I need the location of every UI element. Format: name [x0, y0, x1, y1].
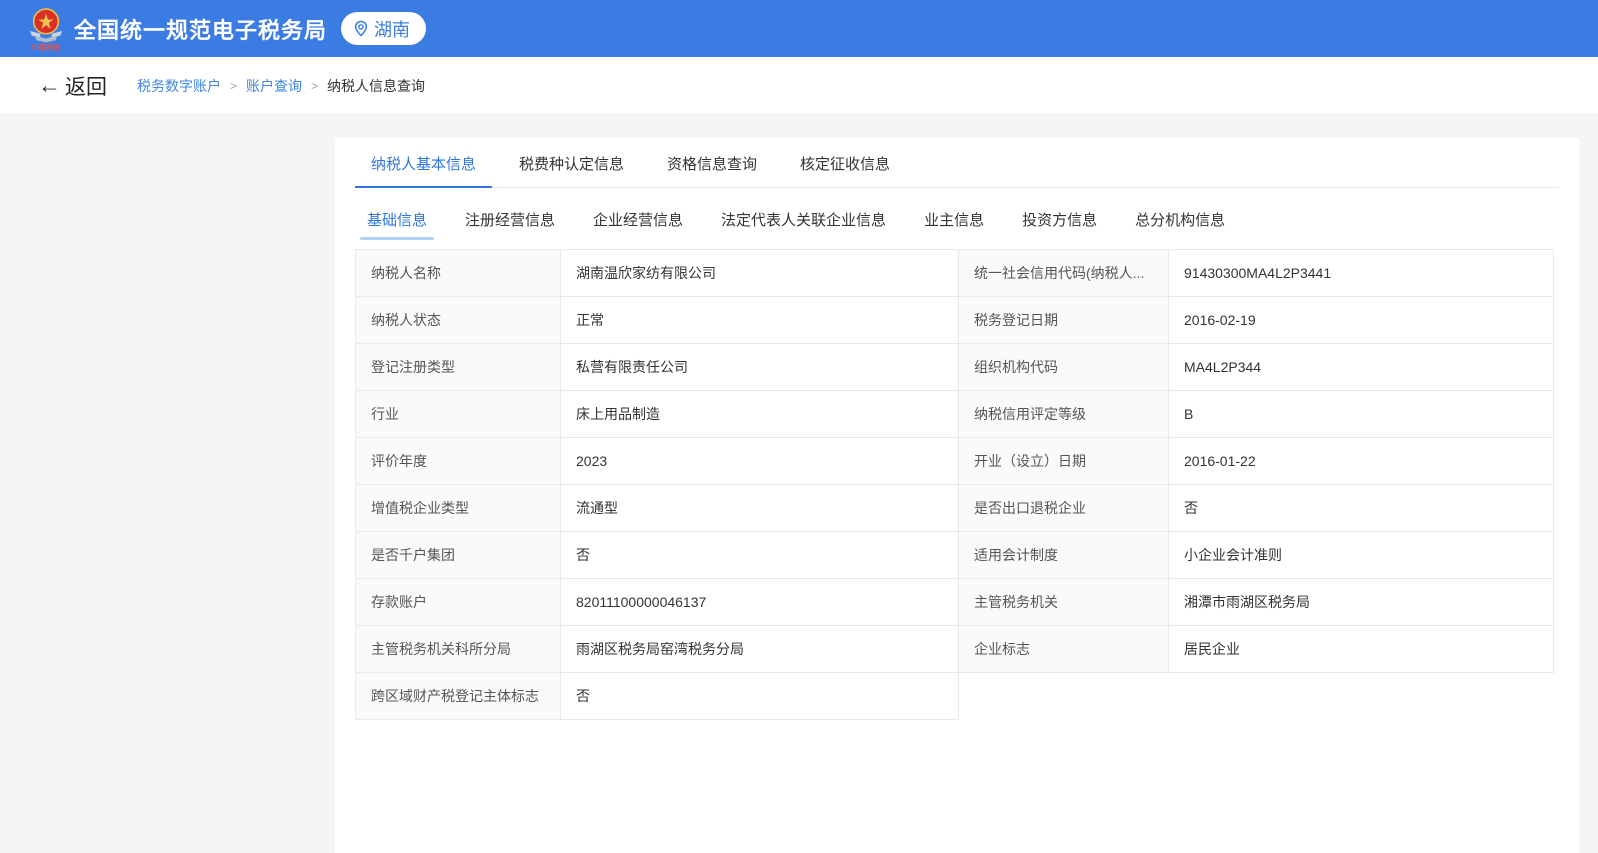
- sub-tab-5[interactable]: 业主信息: [912, 201, 996, 240]
- breadcrumb-current-page: 纳税人信息查询: [327, 76, 425, 96]
- info-label: 行业: [356, 391, 561, 438]
- info-value: 雨湖区税务局窑湾税务分局: [561, 626, 959, 673]
- info-value: MA4L2P344: [1169, 344, 1554, 391]
- info-label: 评价年度: [356, 438, 561, 485]
- info-value: 小企业会计准则: [1169, 532, 1554, 579]
- info-label: 主管税务机关科所分局: [356, 626, 561, 673]
- sub-tab-6[interactable]: 投资方信息: [1010, 201, 1109, 240]
- info-value: 否: [561, 532, 959, 579]
- info-value: 82011100000046137: [561, 579, 959, 626]
- breadcrumb-separator: >: [311, 79, 318, 93]
- info-value: 2016-01-22: [1169, 438, 1554, 485]
- content-card: 纳税人基本信息税费种认定信息资格信息查询核定征收信息 基础信息注册经营信息企业经…: [335, 138, 1579, 853]
- location-pin-icon: [353, 20, 369, 37]
- sub-tab-1[interactable]: 基础信息: [355, 201, 439, 240]
- info-label: 税务登记日期: [959, 297, 1169, 344]
- svg-text:中国税务: 中国税务: [32, 42, 61, 51]
- table-row: 主管税务机关科所分局雨湖区税务局窑湾税务分局企业标志居民企业: [356, 626, 1553, 673]
- table-row: 评价年度2023开业（设立）日期2016-01-22: [356, 438, 1553, 485]
- tax-emblem-logo: 中国税务: [26, 6, 66, 52]
- info-value: 居民企业: [1169, 626, 1554, 673]
- info-label: 跨区域财产税登记主体标志: [356, 673, 561, 720]
- sub-tab-2[interactable]: 注册经营信息: [453, 201, 567, 240]
- info-label: 纳税人名称: [356, 250, 561, 297]
- main-tab-2[interactable]: 税费种认定信息: [503, 138, 640, 187]
- info-label: 是否出口退税企业: [959, 485, 1169, 532]
- page-content: 纳税人基本信息税费种认定信息资格信息查询核定征收信息 基础信息注册经营信息企业经…: [0, 115, 1598, 853]
- breadcrumb: 税务数字账户 > 账户查询 > 纳税人信息查询: [137, 76, 425, 96]
- taxpayer-info-table: 纳税人名称湖南温欣家纺有限公司统一社会信用代码(纳税人...91430300MA…: [355, 249, 1553, 720]
- app-title: 全国统一规范电子税务局: [74, 13, 327, 45]
- breadcrumb-link-digital-account[interactable]: 税务数字账户: [137, 76, 221, 96]
- table-row: 存款账户82011100000046137主管税务机关湘潭市雨湖区税务局: [356, 579, 1553, 626]
- info-label: 增值税企业类型: [356, 485, 561, 532]
- sub-tab-4[interactable]: 法定代表人关联企业信息: [709, 201, 898, 240]
- main-tab-3[interactable]: 资格信息查询: [651, 138, 773, 187]
- info-label: 是否千户集团: [356, 532, 561, 579]
- table-row: 是否千户集团否适用会计制度小企业会计准则: [356, 532, 1553, 579]
- sub-tab-bar: 基础信息注册经营信息企业经营信息法定代表人关联企业信息业主信息投资方信息总分机构…: [355, 201, 1559, 240]
- info-value: B: [1169, 391, 1554, 438]
- info-value: 湘潭市雨湖区税务局: [1169, 579, 1554, 626]
- info-label: 纳税信用评定等级: [959, 391, 1169, 438]
- info-label: 组织机构代码: [959, 344, 1169, 391]
- main-tab-1[interactable]: 纳税人基本信息: [355, 138, 492, 188]
- info-label: 开业（设立）日期: [959, 438, 1169, 485]
- table-row: 登记注册类型私营有限责任公司组织机构代码MA4L2P344: [356, 344, 1553, 391]
- info-value: 湖南温欣家纺有限公司: [561, 250, 959, 297]
- info-label: 主管税务机关: [959, 579, 1169, 626]
- info-value: 床上用品制造: [561, 391, 959, 438]
- info-value: 私营有限责任公司: [561, 344, 959, 391]
- breadcrumb-link-account-query[interactable]: 账户查询: [246, 76, 302, 96]
- info-value: 流通型: [561, 485, 959, 532]
- info-value: 2016-02-19: [1169, 297, 1554, 344]
- region-badge[interactable]: 湖南: [341, 12, 426, 45]
- info-value: 91430300MA4L2P3441: [1169, 250, 1554, 297]
- info-value: 2023: [561, 438, 959, 485]
- info-label: 企业标志: [959, 626, 1169, 673]
- info-label: 登记注册类型: [356, 344, 561, 391]
- table-row: 行业床上用品制造纳税信用评定等级B: [356, 391, 1553, 438]
- breadcrumb-separator: >: [230, 79, 237, 93]
- info-label: 适用会计制度: [959, 532, 1169, 579]
- back-label: 返回: [65, 71, 107, 101]
- app-header: 中国税务 全国统一规范电子税务局 湖南: [0, 0, 1598, 57]
- breadcrumb-bar: ← 返回 税务数字账户 > 账户查询 > 纳税人信息查询: [0, 57, 1598, 115]
- table-row: 纳税人状态正常税务登记日期2016-02-19: [356, 297, 1553, 344]
- info-value: 否: [561, 673, 959, 720]
- tax-emblem-icon: 中国税务: [27, 6, 65, 52]
- back-button[interactable]: ← 返回: [38, 71, 107, 101]
- info-label: 统一社会信用代码(纳税人...: [959, 250, 1169, 297]
- back-arrow-icon: ←: [38, 74, 61, 97]
- table-row: 跨区域财产税登记主体标志否: [356, 673, 1553, 720]
- main-tab-4[interactable]: 核定征收信息: [784, 138, 906, 187]
- sub-tab-3[interactable]: 企业经营信息: [581, 201, 695, 240]
- region-name: 湖南: [374, 16, 410, 42]
- table-row: 增值税企业类型流通型是否出口退税企业否: [356, 485, 1553, 532]
- sub-tab-7[interactable]: 总分机构信息: [1123, 201, 1237, 240]
- info-label: 纳税人状态: [356, 297, 561, 344]
- main-tab-bar: 纳税人基本信息税费种认定信息资格信息查询核定征收信息: [355, 138, 1559, 188]
- info-label: 存款账户: [356, 579, 561, 626]
- table-row: 纳税人名称湖南温欣家纺有限公司统一社会信用代码(纳税人...91430300MA…: [356, 250, 1553, 297]
- info-value: 正常: [561, 297, 959, 344]
- info-value: 否: [1169, 485, 1554, 532]
